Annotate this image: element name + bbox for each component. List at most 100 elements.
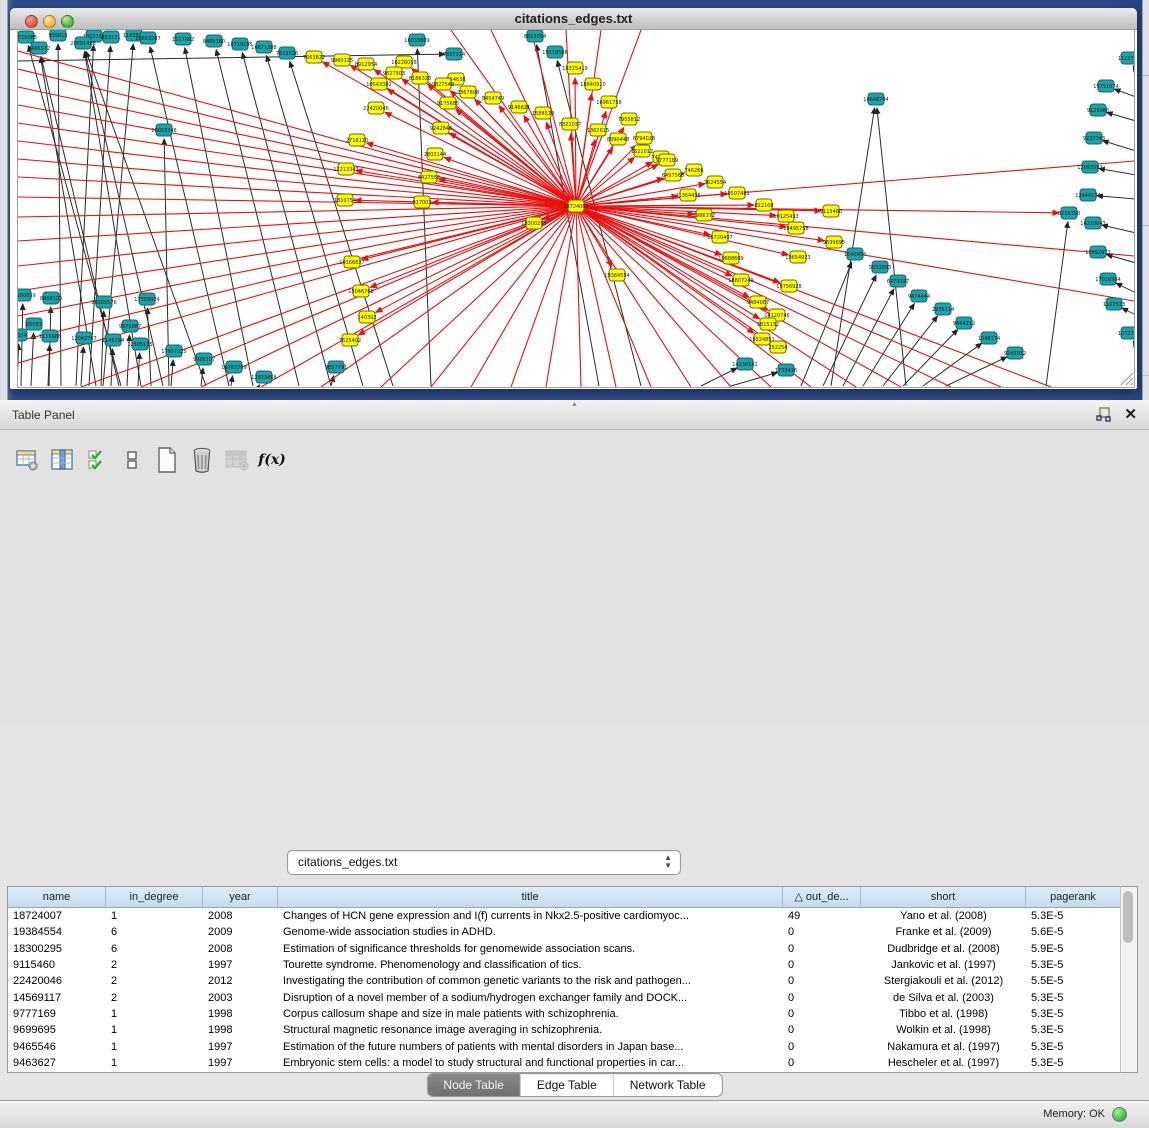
table-select-dropdown[interactable]: citations_edges.txt ▲▼: [287, 850, 681, 875]
graph-node[interactable]: 17957225: [161, 345, 186, 357]
graph-node[interactable]: 16210643: [1080, 217, 1105, 229]
column-header-year[interactable]: year: [203, 887, 278, 907]
graph-node[interactable]: 7986372: [693, 209, 715, 221]
cell-in_degree[interactable]: 2: [106, 992, 203, 1004]
graph-node[interactable]: 16671388: [251, 41, 276, 53]
cell-in_degree[interactable]: 1: [106, 910, 203, 922]
cell-out_degree[interactable]: 0: [783, 959, 861, 971]
graph-node[interactable]: 8215358: [1058, 207, 1080, 219]
cell-title[interactable]: Investigating the contribution of common…: [278, 975, 783, 987]
graph-node[interactable]: 9242848: [430, 122, 452, 134]
cell-short[interactable]: Stergiakouli et al. (2012): [861, 975, 1026, 987]
cell-year[interactable]: 1998: [203, 1024, 278, 1036]
cell-short[interactable]: de Silva et al. (2003): [861, 992, 1026, 1004]
cell-pagerank[interactable]: 5.3E-5: [1026, 1057, 1121, 1069]
graph-node[interactable]: 7955812: [618, 113, 640, 125]
cell-short[interactable]: Jankovic et al. (1997): [861, 959, 1026, 971]
column-header-short[interactable]: short: [861, 887, 1026, 907]
cell-name[interactable]: 9777169: [8, 1008, 106, 1020]
window-resize-grip[interactable]: [1120, 372, 1134, 386]
graph-node[interactable]: 39154: [18, 329, 27, 341]
graph-node[interactable]: 853171: [101, 31, 120, 43]
graph-node[interactable]: 19218506: [542, 46, 567, 58]
cell-out_degree[interactable]: 0: [783, 1041, 861, 1053]
cell-year[interactable]: 2012: [203, 975, 278, 987]
cell-in_degree[interactable]: 2: [106, 959, 203, 971]
cell-short[interactable]: Wolkin et al. (1998): [861, 1024, 1026, 1036]
cell-out_degree[interactable]: 0: [783, 943, 861, 955]
cell-pagerank[interactable]: 5.9E-5: [1026, 943, 1121, 955]
graph-node[interactable]: 140392: [357, 311, 376, 323]
cell-in_degree[interactable]: 1: [106, 1024, 203, 1036]
graph-node[interactable]: 1527602: [172, 33, 194, 45]
graph-node[interactable]: 5933893: [869, 261, 891, 273]
graph-node[interactable]: 9975887: [119, 320, 141, 332]
graph-node[interactable]: 9960125: [331, 54, 353, 66]
panel-divider-grip[interactable]: ▲: [571, 401, 578, 408]
cell-title[interactable]: Estimation of the future numbers of pati…: [278, 1041, 783, 1053]
graph-node[interactable]: 7663822: [303, 51, 325, 63]
graph-node[interactable]: 12923468: [251, 371, 276, 383]
cell-name[interactable]: 9465546: [8, 1041, 106, 1053]
tab-network-table[interactable]: Network Table: [613, 1074, 722, 1096]
graph-node[interactable]: 9857791: [325, 361, 347, 373]
graph-node[interactable]: 9699695: [823, 236, 845, 248]
graph-node[interactable]: 3624554: [704, 176, 726, 188]
graph-node[interactable]: 2718120: [346, 134, 368, 146]
table-settings-icon[interactable]: [14, 447, 40, 473]
cell-in_degree[interactable]: 1: [106, 1008, 203, 1020]
graph-node[interactable]: 2803144: [424, 148, 446, 160]
graph-node[interactable]: 18226058: [391, 56, 416, 68]
graph-node[interactable]: 9146821: [508, 101, 530, 113]
graph-node[interactable]: 9958107: [193, 353, 215, 365]
graph-node[interactable]: 1362615: [587, 124, 609, 136]
close-icon[interactable]: ✕: [1124, 405, 1137, 423]
graph-node[interactable]: 1112753: [1118, 52, 1134, 64]
graph-node[interactable]: 8912954: [355, 58, 377, 70]
cell-out_degree[interactable]: 0: [783, 1008, 861, 1020]
graph-node[interactable]: 9464212: [953, 317, 975, 329]
network-canvas[interactable]: 1830029576638229960125891295418226058982…: [17, 29, 1135, 388]
cell-title[interactable]: Disruption of a novel member of a sodium…: [278, 992, 783, 1004]
cell-year[interactable]: 1997: [203, 1057, 278, 1069]
graph-node[interactable]: 21364436: [675, 189, 700, 201]
graph-node[interactable]: 917003: [412, 196, 431, 208]
graph-node[interactable]: 10507481: [724, 187, 749, 199]
column-header-pagerank[interactable]: pagerank: [1026, 887, 1121, 907]
cell-out_degree[interactable]: 0: [783, 992, 861, 1004]
cell-year[interactable]: 1997: [203, 959, 278, 971]
graph-node[interactable]: 10719195: [227, 38, 252, 50]
graph-node[interactable]: 1115688: [39, 330, 61, 342]
graph-node[interactable]: 8990448: [607, 133, 629, 145]
graph-node[interactable]: 9129966: [1087, 104, 1109, 116]
cell-title[interactable]: Estimation of significance thresholds fo…: [278, 943, 783, 955]
graph-node[interactable]: 822160: [754, 199, 773, 211]
graph-node[interactable]: 10125433: [773, 210, 798, 222]
cell-in_degree[interactable]: 1: [106, 1041, 203, 1053]
cell-name[interactable]: 9463627: [8, 1057, 106, 1069]
graph-node[interactable]: 1145194: [102, 334, 124, 346]
graph-node[interactable]: 9827503: [383, 67, 405, 79]
graph-node[interactable]: 20053346: [151, 124, 176, 136]
graph-node[interactable]: 7857224: [443, 48, 465, 60]
cell-pagerank[interactable]: 5.3E-5: [1026, 1024, 1121, 1036]
cell-name[interactable]: 9699695: [8, 1024, 106, 1036]
graph-node[interactable]: 18807249: [728, 274, 753, 286]
cell-in_degree[interactable]: 2: [106, 975, 203, 987]
graph-node[interactable]: 1167533: [1103, 298, 1125, 310]
graph-node[interactable]: 12444134: [1075, 189, 1100, 201]
graph-node[interactable]: 9474444: [908, 290, 930, 302]
column-visibility-icon[interactable]: [84, 447, 110, 473]
graph-node[interactable]: 8454749: [482, 92, 504, 104]
graph-node[interactable]: 15046768: [348, 285, 373, 297]
graph-node[interactable]: 9405572: [28, 42, 50, 54]
cell-title[interactable]: Corpus callosum shape and size in male p…: [278, 1008, 783, 1020]
cell-short[interactable]: Yano et al. (2008): [861, 910, 1026, 922]
graph-node[interactable]: 16648794: [863, 93, 888, 105]
graph-node[interactable]: 1046174: [978, 332, 1000, 344]
cell-title[interactable]: Changes of HCN gene expression and I(f) …: [278, 910, 783, 922]
cell-year[interactable]: 2009: [203, 926, 278, 938]
graph-node[interactable]: 9227343: [1083, 132, 1105, 144]
graph-node[interactable]: 935015: [48, 30, 67, 41]
column-header-in_degree[interactable]: in_degree: [106, 887, 203, 907]
